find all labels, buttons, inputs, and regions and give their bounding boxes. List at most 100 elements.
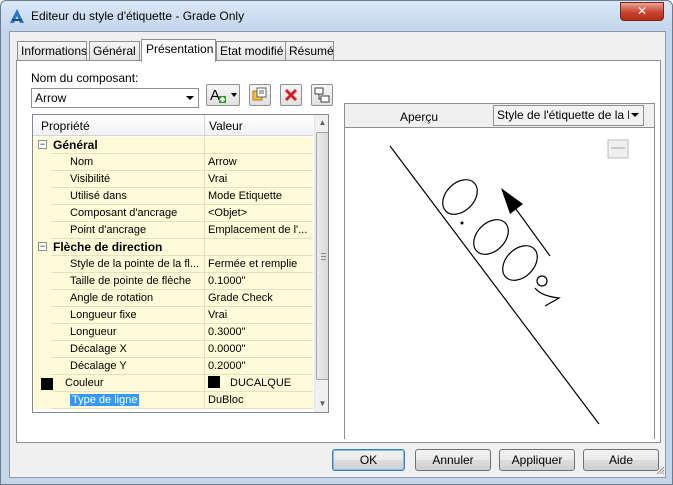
help-button[interactable]: Aide — [583, 449, 659, 471]
property-value: 0.1000" — [208, 275, 246, 287]
grid-category-row[interactable]: − Général — [33, 137, 313, 154]
property-name-cell[interactable]: Composant d'ancrage — [51, 205, 204, 222]
grid-property-row[interactable]: Visibilité Vrai — [33, 171, 313, 188]
cancel-button[interactable]: Annuler — [415, 449, 491, 471]
component-name-value: Arrow — [35, 91, 67, 105]
scrollbar-thumb[interactable] — [316, 132, 328, 380]
property-name-cell[interactable]: Visibilité — [51, 171, 204, 188]
grid-property-row[interactable]: Décalage X 0.0000" — [33, 341, 313, 358]
property-value-cell[interactable]: Vrai — [204, 171, 313, 188]
property-name-cell[interactable]: Couleur — [55, 375, 204, 392]
apply-button[interactable]: Appliquer — [499, 449, 575, 471]
property-name: Général — [53, 138, 98, 152]
property-name: Type de ligne — [70, 394, 140, 406]
property-name-cell[interactable]: Style de la pointe de la fl... — [51, 256, 204, 273]
property-column-header[interactable]: Propriété — [41, 119, 90, 133]
grid-property-row[interactable]: Taille de pointe de flèche 0.1000" — [33, 273, 313, 290]
tab-informations[interactable]: Informations — [17, 41, 87, 61]
property-name-cell[interactable]: Décalage X — [51, 341, 204, 358]
add-component-button[interactable]: A — [206, 84, 240, 106]
presentation-panel: Nom du composant: Arrow A Propriété Vale… — [16, 60, 661, 443]
tab-resume[interactable]: Résumé — [285, 41, 334, 61]
property-value-cell[interactable]: <Objet> — [204, 205, 313, 222]
property-value: Arrow — [208, 156, 237, 168]
preview-style-select[interactable]: Style de l'étiquette de la lig — [493, 105, 644, 126]
grid-property-row[interactable]: Longueur 0.3000" — [33, 324, 313, 341]
property-value: Vrai — [208, 309, 228, 321]
property-value-cell[interactable]: Fermée et remplie — [204, 256, 313, 273]
grid-property-row[interactable]: Point d'ancrage Emplacement de l'... — [33, 222, 313, 239]
property-value-cell[interactable]: 0.1000" — [204, 273, 313, 290]
row-gutter — [33, 205, 51, 222]
property-value-cell[interactable]: Arrow — [204, 154, 313, 171]
grid-property-row[interactable]: Longueur fixe Vrai — [33, 307, 313, 324]
copy-component-button[interactable] — [249, 84, 271, 106]
scroll-up-icon[interactable]: ▲ — [315, 115, 328, 131]
collapse-icon[interactable]: − — [38, 242, 47, 251]
component-order-button[interactable] — [311, 84, 333, 106]
property-name: Angle de rotation — [70, 292, 154, 304]
property-value-cell[interactable]: 0.3000" — [204, 324, 313, 341]
grip-line — [321, 256, 326, 257]
ok-button[interactable]: OK — [332, 449, 405, 471]
property-value: Fermée et remplie — [208, 258, 298, 270]
row-gutter — [33, 290, 51, 307]
property-name: Point d'ancrage — [70, 224, 147, 236]
property-value-cell[interactable]: DuBloc — [204, 392, 313, 409]
grid-scrollbar[interactable]: ▲ ▼ — [314, 115, 328, 412]
row-gutter — [33, 222, 51, 239]
property-value-cell[interactable]: Grade Check — [204, 290, 313, 307]
property-value-cell[interactable]: Emplacement de l'... — [204, 222, 313, 239]
value-column-header[interactable]: Valeur — [209, 119, 243, 133]
property-value-cell[interactable] — [204, 239, 313, 256]
property-name-cell[interactable]: Angle de rotation — [51, 290, 204, 307]
grid-property-row[interactable]: Composant d'ancrage <Objet> — [33, 205, 313, 222]
close-button[interactable]: ✕ — [620, 2, 664, 21]
property-name-cell[interactable]: Point d'ancrage — [51, 222, 204, 239]
property-name: Couleur — [65, 377, 104, 389]
resize-grip-icon[interactable] — [655, 465, 665, 475]
property-value-cell[interactable]: 0.2000" — [204, 358, 313, 375]
property-grid: Propriété Valeur − Général Nom Arrow Visibil… — [32, 114, 329, 413]
component-name-select[interactable]: Arrow — [31, 88, 199, 108]
tab-presentation[interactable]: Présentation — [141, 39, 216, 62]
property-name-cell[interactable]: Général — [51, 137, 204, 154]
property-value: Emplacement de l'... — [208, 224, 308, 236]
property-value: <Objet> — [208, 207, 248, 219]
column-divider[interactable] — [204, 115, 205, 136]
property-name-cell[interactable]: Flèche de direction — [51, 239, 204, 256]
preview-canvas[interactable] — [345, 127, 654, 439]
property-name-cell[interactable]: Décalage Y — [51, 358, 204, 375]
property-value-cell[interactable]: Vrai — [204, 307, 313, 324]
grid-property-row[interactable]: Décalage Y 0.2000" — [33, 358, 313, 375]
delete-component-button[interactable] — [280, 84, 302, 106]
grid-property-row[interactable]: Type de ligne DuBloc — [33, 392, 313, 409]
property-name-cell[interactable]: Utilisé dans — [51, 188, 204, 205]
tab-etat-modifie[interactable]: Etat modifié — [216, 41, 286, 61]
tab-general[interactable]: Général — [89, 41, 140, 61]
property-name-cell[interactable]: Nom — [51, 154, 204, 171]
property-value-cell[interactable] — [204, 137, 313, 154]
grid-property-row[interactable]: Couleur DUCALQUE — [33, 375, 313, 392]
property-name-cell[interactable]: Longueur — [51, 324, 204, 341]
grid-property-row[interactable]: Utilisé dans Mode Etiquette — [33, 188, 313, 205]
row-gutter — [33, 273, 51, 290]
grid-property-row[interactable]: Style de la pointe de la fl... Fermée et … — [33, 256, 313, 273]
collapse-icon[interactable]: − — [38, 140, 47, 149]
property-value-cell[interactable]: DUCALQUE — [204, 375, 313, 392]
title-bar[interactable]: Editeur du style d'étiquette - Grade Onl… — [1, 1, 672, 31]
property-value: Grade Check — [208, 292, 273, 304]
property-value-cell[interactable]: 0.0000" — [204, 341, 313, 358]
property-name-cell[interactable]: Taille de pointe de flèche — [51, 273, 204, 290]
property-value: 0.0000" — [208, 343, 246, 355]
component-name-label: Nom du composant: — [31, 71, 139, 85]
scroll-down-icon[interactable]: ▼ — [315, 396, 328, 412]
property-value-cell[interactable]: Mode Etiquette — [204, 188, 313, 205]
property-name-cell[interactable]: Type de ligne — [51, 392, 204, 409]
plot-icon[interactable] — [607, 139, 629, 159]
property-name-cell[interactable]: Longueur fixe — [51, 307, 204, 324]
grid-category-row[interactable]: − Flèche de direction — [33, 239, 313, 256]
row-gutter — [33, 256, 51, 273]
grid-property-row[interactable]: Nom Arrow — [33, 154, 313, 171]
grid-property-row[interactable]: Angle de rotation Grade Check — [33, 290, 313, 307]
